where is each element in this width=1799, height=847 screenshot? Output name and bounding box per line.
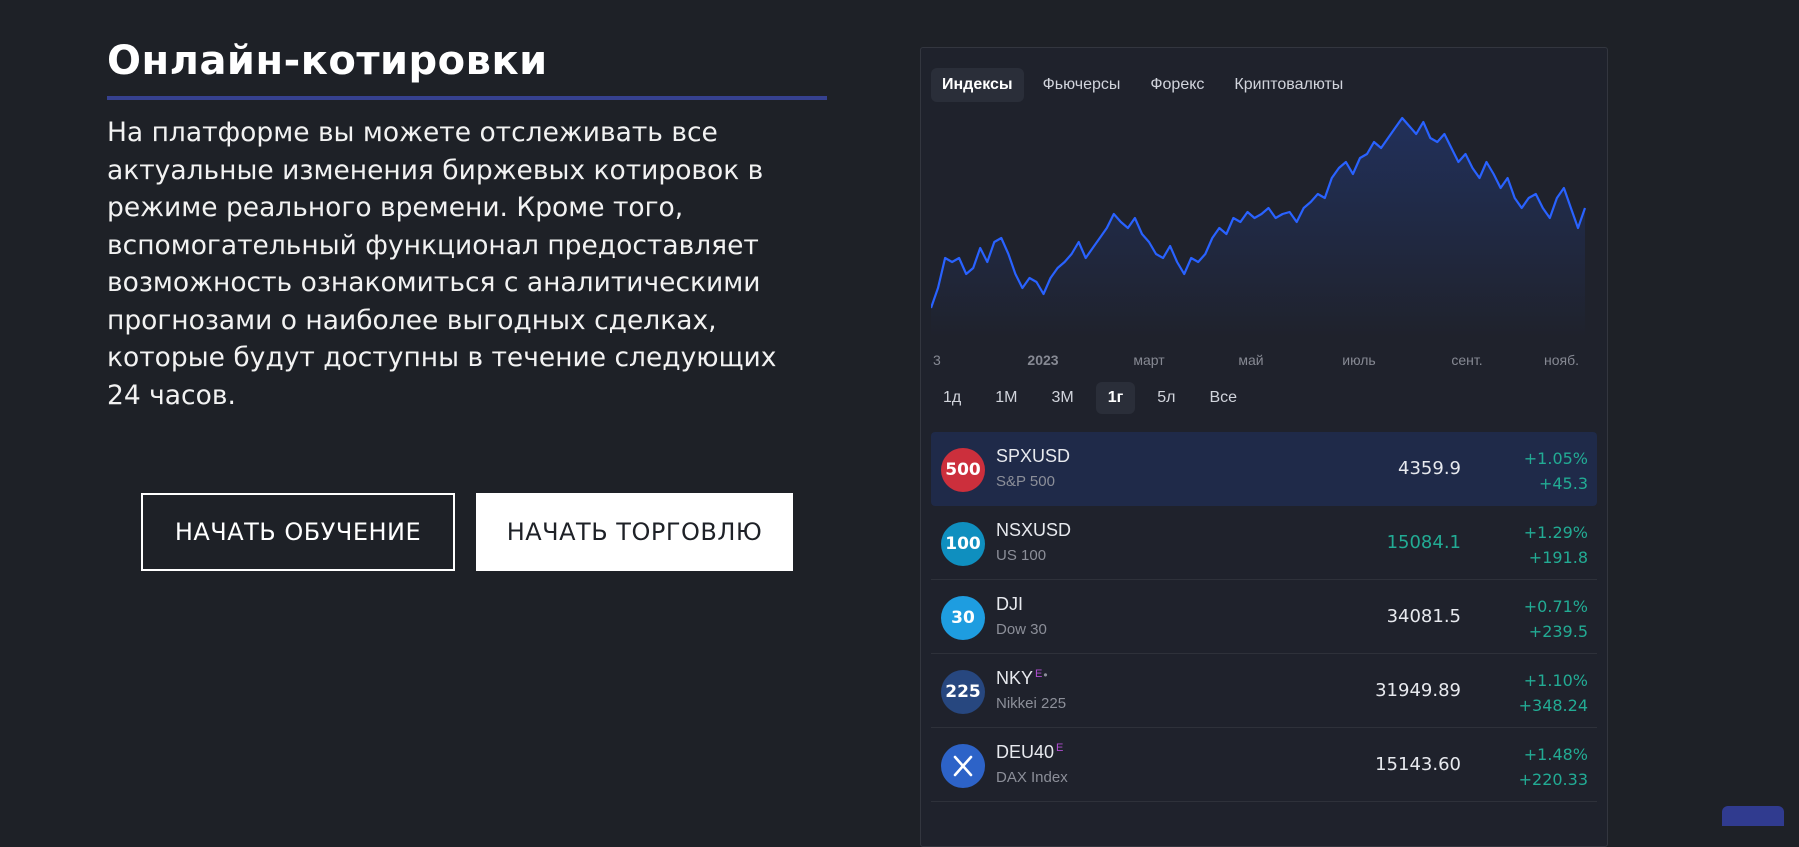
status-dot: • [1043, 668, 1048, 682]
range-1d[interactable]: 1д [931, 382, 973, 414]
row-change: +1.10% +348.24 [1519, 668, 1588, 718]
x-tick-label: нояб. [1544, 352, 1579, 368]
row-price: 31949.89 [1375, 680, 1461, 701]
quote-row-dji[interactable]: 30 DJI Dow 30 34081.5 +0.71% +239.5 [931, 580, 1597, 654]
symbol-text: SPXUSD [996, 446, 1071, 466]
symbol-text: DEU40 [996, 742, 1055, 762]
scroll-to-top-button[interactable] [1722, 806, 1784, 826]
symbol-text: DJI [996, 594, 1023, 614]
x-tick-label: май [1238, 352, 1263, 368]
title-underline [107, 96, 827, 100]
change-absolute: +239.5 [1528, 622, 1588, 641]
row-price: 15143.60 [1375, 754, 1461, 775]
description-line: возможность ознакомиться с аналитическим… [107, 267, 761, 298]
tab-futures[interactable]: Фьючерсы [1032, 68, 1132, 102]
dji-logo: 30 [941, 596, 985, 640]
change-absolute: +45.3 [1538, 474, 1588, 493]
row-change: +1.48% +220.33 [1519, 742, 1588, 792]
range-all[interactable]: Все [1198, 382, 1250, 414]
row-name: S&P 500 [996, 473, 1055, 490]
row-name: US 100 [996, 547, 1047, 564]
row-symbol: DEU40 E [996, 742, 1063, 763]
page-title: Онлайн-котировки [107, 38, 548, 84]
row-price: 15084.1 [1386, 532, 1461, 553]
change-percent: +1.29% [1523, 523, 1588, 542]
symbol-text: NSXUSD [996, 520, 1072, 540]
market-tabs: Индексы Фьючерсы Форекс Криптовалюты [931, 68, 1354, 102]
tab-crypto[interactable]: Криптовалюты [1223, 68, 1354, 102]
description-line: актуальные изменения биржевых котировок … [107, 154, 764, 186]
row-symbol: SPXUSD [996, 446, 1070, 467]
x-logo-icon-shape [953, 755, 973, 777]
x-tick-label: сент. [1451, 352, 1482, 368]
row-name: Nikkei 225 [996, 695, 1067, 712]
intro-section: Онлайн-котировки На платформе вы можете … [107, 32, 827, 414]
spx-logo: 500 [941, 448, 985, 492]
description-line: режиме реального времени. Кроме того, [107, 192, 684, 223]
nsx-logo: 100 [941, 522, 985, 566]
tab-forex[interactable]: Форекс [1139, 68, 1215, 102]
row-change: +0.71% +239.5 [1524, 594, 1588, 644]
change-percent: +0.71% [1523, 597, 1588, 616]
nky-logo: 225 [941, 670, 985, 714]
x-tick-label: июль [1342, 352, 1375, 368]
quotes-list: 500 SPXUSD S&P 500 4359.9 +1.05% +45.3 1… [931, 432, 1597, 802]
row-change: +1.29% +191.8 [1524, 520, 1588, 570]
change-absolute: +220.33 [1518, 770, 1588, 789]
description-line: вспомогательный функционал предоставляет [107, 229, 759, 261]
row-symbol: NKY E• [996, 668, 1048, 689]
tab-indices[interactable]: Индексы [931, 68, 1024, 102]
x-tick-label: 3 [933, 352, 941, 368]
x-tick-label: март [1133, 352, 1165, 368]
row-symbol: NSXUSD [996, 520, 1071, 541]
exchange-marker: E [1056, 742, 1064, 754]
range-1m[interactable]: 1М [983, 382, 1029, 414]
row-symbol: DJI [996, 594, 1023, 615]
description-line: прогнозами о наиболее выгодных сделках, [107, 304, 717, 336]
row-price: 34081.5 [1386, 606, 1461, 627]
description: На платформе вы можете отслеживать все а… [107, 114, 827, 414]
range-tabs: 1д 1М 3М 1г 5л Все [931, 382, 1249, 414]
start-learning-button[interactable]: НАЧАТЬ ОБУЧЕНИЕ [141, 493, 455, 571]
chart-area-fill [931, 118, 1585, 338]
x-tick-label: 2023 [1027, 352, 1058, 368]
x-logo-icon [941, 744, 985, 788]
start-trading-button[interactable]: НАЧАТЬ ТОРГОВЛЮ [476, 493, 793, 571]
exchange-marker: E [1035, 668, 1043, 680]
row-name: DAX Index [996, 769, 1068, 786]
row-price: 4359.9 [1398, 458, 1461, 479]
range-5y[interactable]: 5л [1145, 382, 1187, 414]
range-1y[interactable]: 1г [1095, 382, 1136, 414]
change-percent: +1.10% [1523, 671, 1588, 690]
quotes-widget: Индексы Фьючерсы Форекс Криптовалюты 3 20… [920, 47, 1608, 847]
change-absolute: +191.8 [1528, 548, 1588, 567]
quote-row-spxusd[interactable]: 500 SPXUSD S&P 500 4359.9 +1.05% +45.3 [931, 432, 1597, 506]
quote-row-nky[interactable]: 225 NKY E• Nikkei 225 31949.89 +1.10% +34… [931, 654, 1597, 728]
row-name: Dow 30 [996, 621, 1047, 638]
description-line: 24 часов. [107, 379, 236, 411]
description-line: На платформе вы можете отслеживать все [107, 117, 718, 148]
symbol-text: NKY [996, 668, 1034, 688]
quote-row-deu40[interactable]: DEU40 E DAX Index 15143.60 +1.48% +220.33 [931, 728, 1597, 802]
price-chart[interactable]: 3 2023 март май июль сент. нояб. [931, 108, 1599, 368]
quote-row-nsxusd[interactable]: 100 NSXUSD US 100 15084.1 +1.29% +191.8 [931, 506, 1597, 580]
description-line: которые будут доступны в течение следующ… [107, 342, 777, 373]
row-change: +1.05% +45.3 [1524, 446, 1588, 496]
change-percent: +1.48% [1523, 745, 1588, 764]
range-3m[interactable]: 3М [1039, 382, 1085, 414]
change-percent: +1.05% [1523, 449, 1588, 468]
change-absolute: +348.24 [1518, 696, 1588, 715]
